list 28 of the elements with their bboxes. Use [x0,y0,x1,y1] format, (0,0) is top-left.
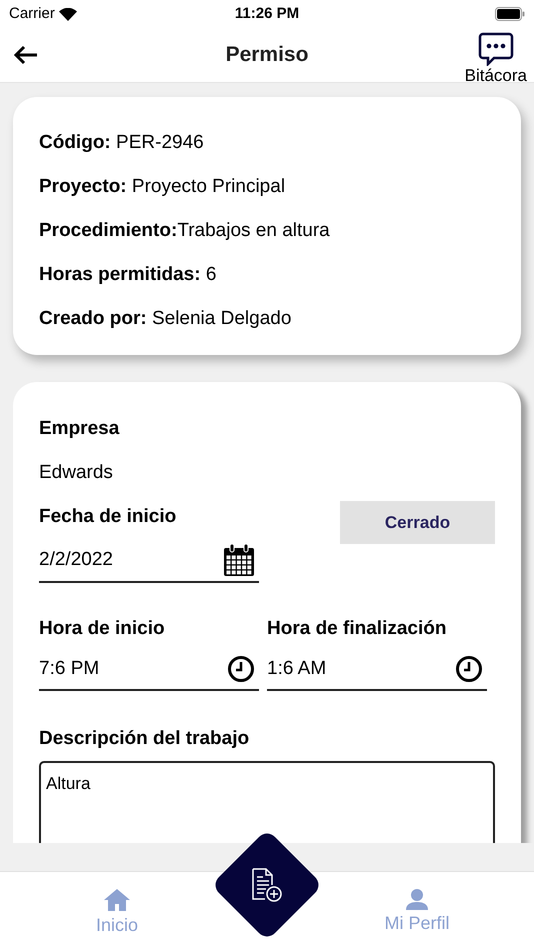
permit-detail: Código: PER-2946 [39,131,205,155]
battery-icon [495,7,525,21]
field-label: Fecha de inicio [39,505,178,529]
clock-icon[interactable] [455,655,483,683]
field-label: Hora de finalización [267,617,448,641]
field-label: Hora de inicio [39,617,166,641]
carrier-name: Carrier [9,4,55,24]
home-icon [103,888,131,912]
clock-icon[interactable] [227,655,255,683]
permit-detail: Proyecto: Proyecto Principal [39,175,286,199]
status-button[interactable]: Cerrado [340,501,495,544]
chat-icon[interactable] [478,32,514,66]
field-label: Empresa [39,417,120,441]
wifi-icon [58,8,77,20]
time-field[interactable]: 1:6 AM [267,655,487,691]
calendar-icon[interactable] [223,543,255,577]
new-document-button[interactable] [214,832,320,938]
company-value: Edwards [39,461,114,485]
person-icon [405,888,429,910]
permit-detail: Creado por: Selenia Delgado [39,307,292,331]
permit-detail: Procedimiento:Trabajos en altura [39,219,331,243]
field-label: Descripción del trabajo [39,727,250,751]
time-field[interactable]: 7:6 PM [39,655,259,691]
log-button[interactable]: Bitácora [464,32,527,86]
clock-time: 11:26 PM [234,4,300,24]
screen-title: Permiso [224,42,310,68]
permit-detail: Horas permitidas: 6 [39,263,218,287]
date-field[interactable]: 2/2/2022 [39,543,259,583]
